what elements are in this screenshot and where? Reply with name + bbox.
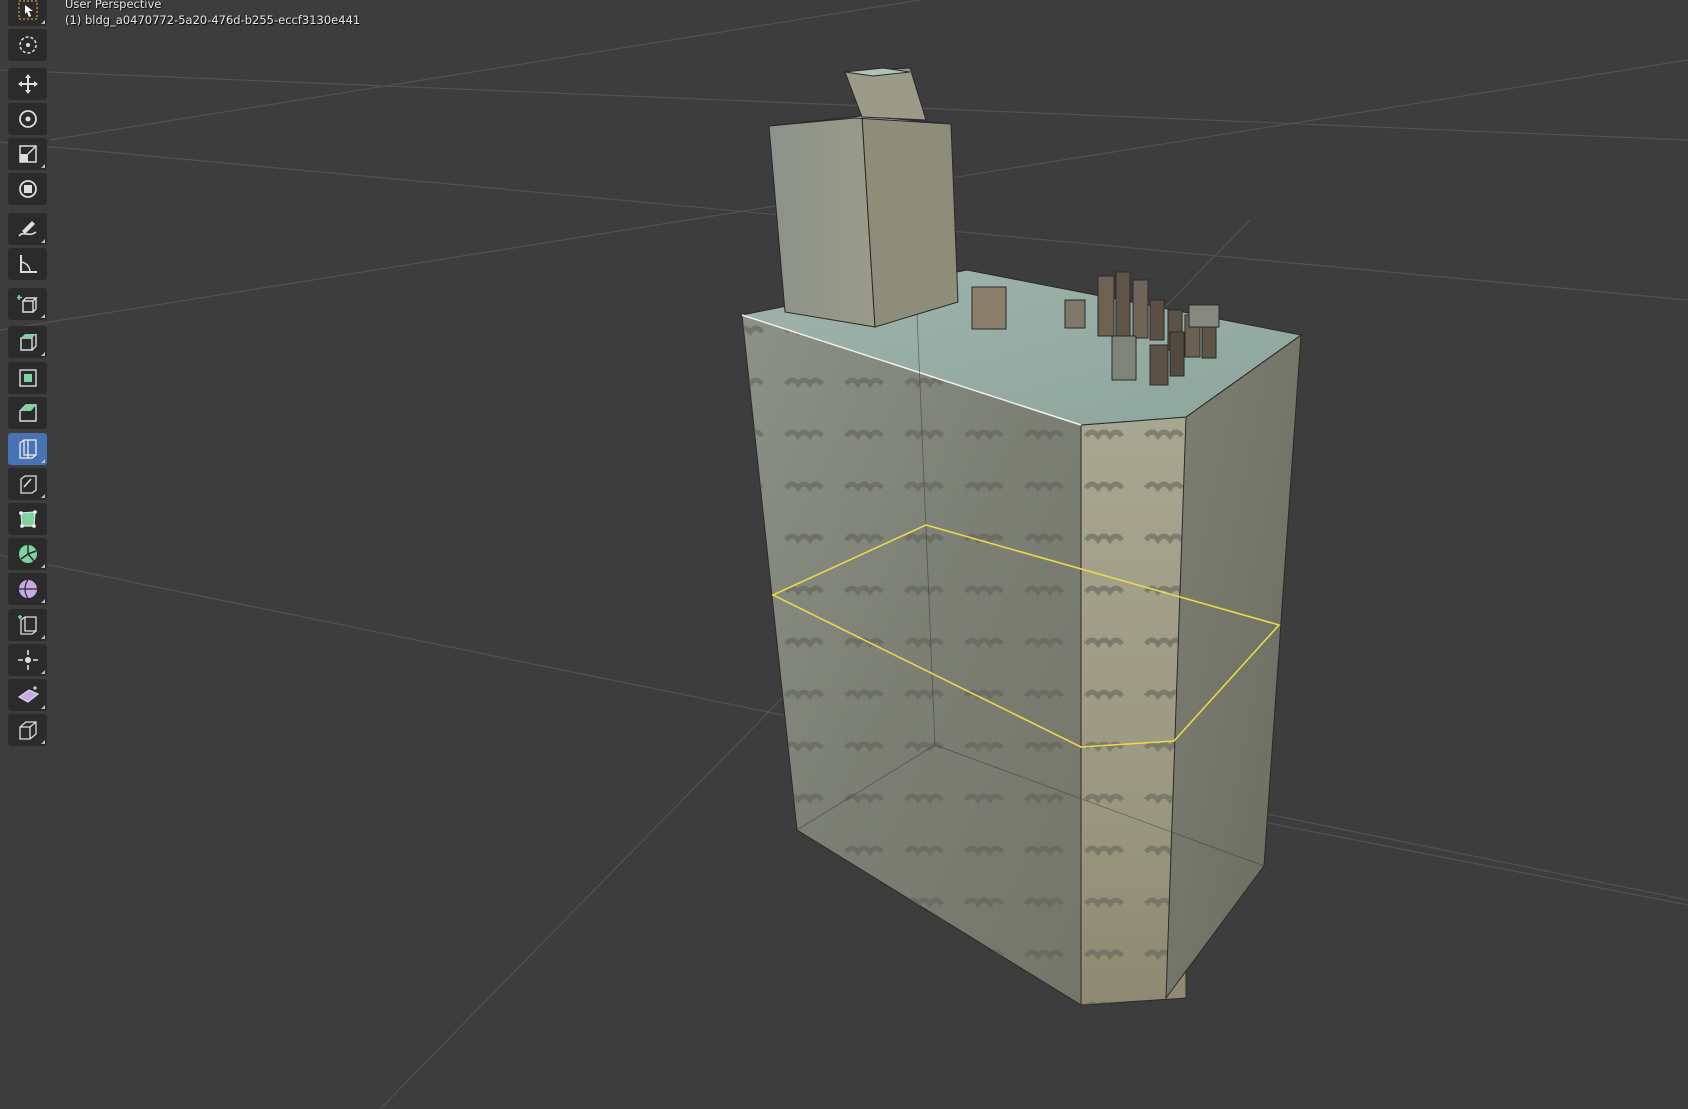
viewport-scene[interactable] (0, 0, 1688, 1109)
select-box-icon (18, 0, 37, 20)
tool-spin[interactable] (8, 538, 47, 570)
tool-edge-slide[interactable] (8, 609, 47, 641)
tool-loop-cut[interactable] (8, 433, 47, 465)
edge-slide-icon (17, 615, 37, 635)
tool-transform[interactable] (8, 173, 47, 205)
poly-build-icon (18, 510, 37, 528)
measure-icon (19, 255, 37, 273)
view-name-label: User Perspective (65, 0, 162, 11)
tool-select-box[interactable] (8, 0, 47, 26)
tool-knife[interactable] (8, 468, 47, 500)
rip-region-icon (18, 721, 37, 740)
shrink-fatten-icon (17, 650, 38, 670)
tool-poly-build[interactable] (8, 503, 47, 535)
tool-shrink-fatten[interactable] (8, 644, 47, 676)
knife-icon (19, 475, 37, 494)
tool-inset-faces[interactable] (8, 362, 47, 394)
tool-scale[interactable] (8, 138, 47, 170)
loop-cut-icon (18, 439, 37, 459)
tool-add-cube[interactable] (8, 288, 47, 320)
transform-icon (18, 180, 37, 198)
move-icon (17, 74, 38, 94)
tool-rip-region[interactable] (8, 714, 47, 746)
active-object-label: (1) bldg_a0470772-5a20-476d-b255-eccf313… (65, 13, 361, 27)
tool-annotate[interactable] (8, 213, 47, 245)
spin-icon (18, 545, 37, 563)
tool-bevel[interactable] (8, 397, 47, 429)
bevel-icon (18, 404, 37, 422)
extrude-region-icon (19, 334, 37, 351)
rotate-icon (18, 110, 37, 128)
building-right-face (1165, 333, 1302, 1000)
tool-rotate[interactable] (8, 103, 47, 135)
tool-move[interactable] (8, 68, 47, 100)
rooftop-tower (768, 67, 959, 328)
tool-measure[interactable] (8, 248, 47, 280)
smooth-icon (18, 579, 37, 599)
tool-shear[interactable] (8, 679, 47, 711)
scale-icon (18, 145, 37, 163)
tool-extrude-region[interactable] (8, 326, 47, 358)
cursor-icon (18, 36, 37, 54)
annotate-icon (17, 221, 36, 237)
shear-icon (17, 686, 39, 703)
3d-viewport[interactable]: User Perspective (1) bldg_a0470772-5a20-… (0, 0, 1688, 1109)
building-mesh (740, 264, 1303, 1006)
inset-faces-icon (18, 369, 37, 387)
add-cube-icon (16, 295, 38, 313)
tool-cursor[interactable] (8, 29, 47, 61)
tool-smooth[interactable] (8, 573, 47, 605)
